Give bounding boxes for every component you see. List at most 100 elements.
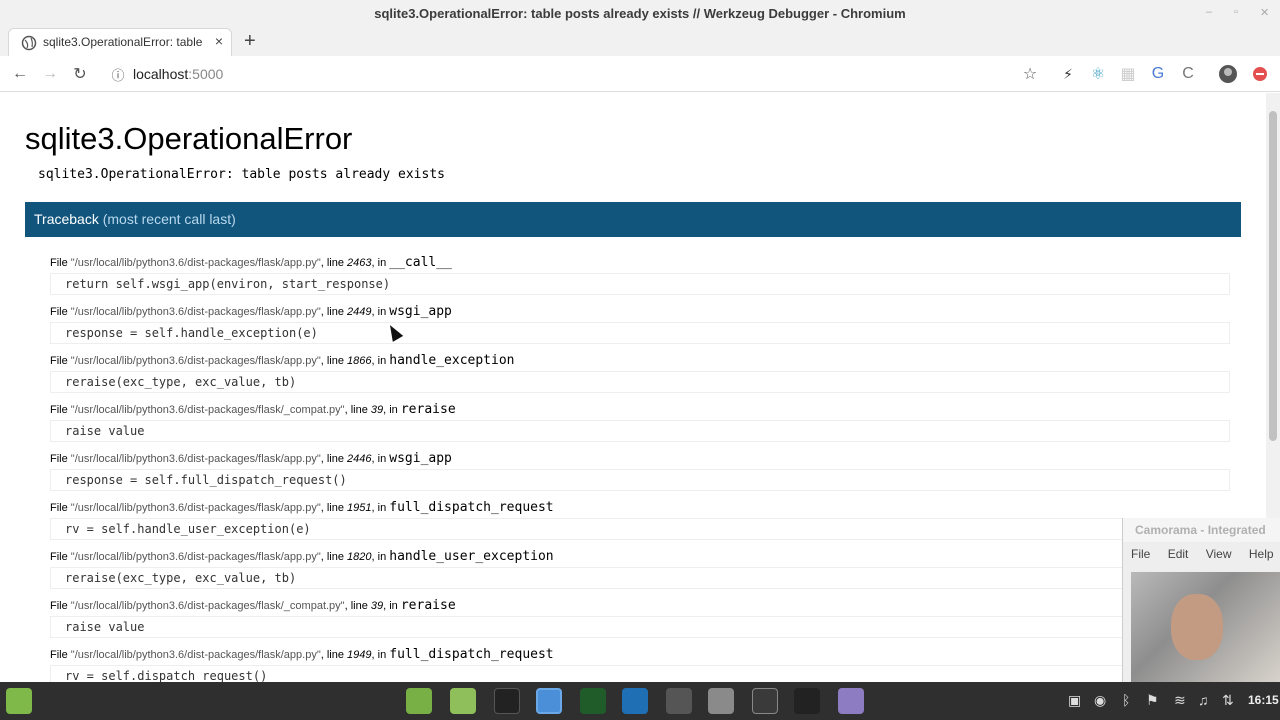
frame-file-word: File [50, 600, 68, 612]
chromium-icon[interactable] [536, 688, 562, 714]
user-icon[interactable] [708, 688, 734, 714]
files-icon[interactable] [450, 688, 476, 714]
close-window-icon[interactable]: ✕ [1260, 6, 1269, 19]
error-message: sqlite3.OperationalError: table posts al… [38, 167, 445, 182]
avatar[interactable] [1218, 64, 1238, 84]
network-icon[interactable]: ⇅ [1222, 692, 1234, 709]
frame-function: wsgi_app [389, 304, 452, 319]
frame-line-word: , line [320, 306, 348, 318]
minimize-icon[interactable]: – [1206, 6, 1212, 18]
text-editor-icon[interactable] [838, 688, 864, 714]
music-icon[interactable]: ♫ [1198, 692, 1209, 708]
traceback-frame: File "/usr/local/lib/python3.6/dist-pack… [50, 400, 1230, 449]
frame-header: File "/usr/local/lib/python3.6/dist-pack… [50, 498, 1230, 518]
frame-in-word: , in [383, 404, 401, 416]
forward-icon[interactable]: → [40, 64, 60, 84]
frame-line-word: , line [320, 453, 348, 465]
frame-line-word: , line [344, 404, 371, 416]
camorama-title: Camorama - Integrated [1123, 518, 1280, 542]
window-title: sqlite3.OperationalError: table posts al… [374, 6, 906, 21]
camera-tray-icon[interactable]: ▣ [1068, 692, 1081, 709]
browser-toolbar: ← → ↻ ⓘ localhost:5000 ☆ ⚡ ⚛ ▦ G C [0, 56, 1280, 92]
frame-path: "/usr/local/lib/python3.6/dist-packages/… [70, 355, 321, 367]
frame-in-word: , in [371, 551, 390, 563]
globe-icon [21, 35, 37, 51]
camera-icon[interactable] [752, 688, 778, 714]
record-tray-icon[interactable]: ◉ [1094, 692, 1106, 709]
bluetooth-icon[interactable]: ᛒ [1122, 692, 1130, 708]
frame-line-number: 39 [370, 600, 384, 612]
back-icon[interactable]: ← [10, 64, 30, 84]
frame-line-number: 2446 [347, 453, 372, 465]
frame-path: "/usr/local/lib/python3.6/dist-packages/… [70, 649, 321, 661]
camorama-menu-help[interactable]: Help [1249, 547, 1274, 561]
frame-code-line[interactable]: raise value [50, 616, 1230, 638]
frame-code-line[interactable]: raise value [50, 420, 1230, 442]
frame-path: "/usr/local/lib/python3.6/dist-packages/… [70, 551, 321, 563]
tab-title: sqlite3.OperationalError: table [43, 35, 203, 49]
frame-code-line[interactable]: rv = self.handle_user_exception(e) [50, 518, 1230, 540]
frame-header: File "/usr/local/lib/python3.6/dist-pack… [50, 449, 1230, 469]
frame-line-number: 2449 [347, 306, 372, 318]
maximize-icon[interactable]: ▫ [1234, 6, 1238, 18]
frame-in-word: , in [383, 600, 401, 612]
calculator-icon[interactable] [666, 688, 692, 714]
scrollbar-thumb[interactable] [1269, 111, 1277, 441]
traceback-header[interactable]: Traceback (most recent call last) [25, 202, 1241, 237]
frame-file-word: File [50, 649, 68, 661]
frame-code-line[interactable]: response = self.full_dispatch_request() [50, 469, 1230, 491]
terminal-icon[interactable] [494, 688, 520, 714]
frame-path: "/usr/local/lib/python3.6/dist-packages/… [70, 453, 321, 465]
frame-code-line[interactable]: response = self.handle_exception(e) [50, 322, 1230, 344]
frame-in-word: , in [371, 355, 390, 367]
frame-file-word: File [50, 306, 68, 318]
address-bar[interactable]: localhost:5000 [133, 64, 223, 84]
browser-tab[interactable]: sqlite3.OperationalError: table × [8, 28, 232, 56]
frame-code-line[interactable]: reraise(exc_type, exc_value, tb) [50, 371, 1230, 393]
folder-icon[interactable] [406, 688, 432, 714]
frame-line-word: , line [320, 257, 348, 269]
frame-line-number: 39 [370, 404, 384, 416]
frame-function: reraise [400, 598, 456, 613]
window-titlebar: sqlite3.OperationalError: table posts al… [0, 0, 1280, 28]
bolt-extension-icon[interactable]: ⚡ [1058, 64, 1078, 84]
frame-function: wsgi_app [389, 451, 452, 466]
tab-close-icon[interactable]: × [215, 33, 223, 49]
frame-file-word: File [50, 257, 68, 269]
frame-code-line[interactable]: return self.wsgi_app(environ, start_resp… [50, 273, 1230, 295]
traceback-frames: File "/usr/local/lib/python3.6/dist-pack… [50, 253, 1230, 682]
frame-path: "/usr/local/lib/python3.6/dist-packages/… [70, 502, 321, 514]
info-icon[interactable]: ⓘ [108, 64, 128, 84]
menu-icon[interactable] [1250, 64, 1270, 84]
translate-extension-icon[interactable]: G [1148, 64, 1168, 84]
camorama-menu-view[interactable]: View [1206, 547, 1232, 561]
new-tab-button[interactable]: + [244, 30, 256, 53]
frame-header: File "/usr/local/lib/python3.6/dist-pack… [50, 645, 1230, 665]
react-extension-icon[interactable]: ⚛ [1088, 64, 1108, 84]
frame-in-word: , in [371, 257, 390, 269]
camorama-menu-file[interactable]: File [1131, 547, 1150, 561]
system-monitor-icon[interactable] [580, 688, 606, 714]
wifi-icon[interactable]: ≋ [1174, 692, 1186, 709]
frame-header: File "/usr/local/lib/python3.6/dist-pack… [50, 547, 1230, 567]
camorama-menu-edit[interactable]: Edit [1168, 547, 1189, 561]
frame-line-number: 2463 [347, 257, 372, 269]
frame-header: File "/usr/local/lib/python3.6/dist-pack… [50, 302, 1230, 322]
traceback-frame: File "/usr/local/lib/python3.6/dist-pack… [50, 253, 1230, 302]
terminal-2-icon[interactable] [794, 688, 820, 714]
mint-menu-icon[interactable] [6, 688, 32, 714]
frame-file-word: File [50, 404, 68, 416]
traceback-frame: File "/usr/local/lib/python3.6/dist-pack… [50, 547, 1230, 596]
code-extension-icon[interactable]: C [1178, 64, 1198, 84]
frame-code-line[interactable]: rv = self.dispatch_request() [50, 665, 1230, 682]
reload-icon[interactable]: ↻ [70, 64, 90, 84]
frame-code-line[interactable]: reraise(exc_type, exc_value, tb) [50, 567, 1230, 589]
frame-function: full_dispatch_request [389, 500, 554, 515]
traceback-frame: File "/usr/local/lib/python3.6/dist-pack… [50, 302, 1230, 351]
keyboard-flag-icon[interactable]: ⚑ [1146, 692, 1159, 709]
vscode-icon[interactable] [622, 688, 648, 714]
frame-function: handle_user_exception [389, 549, 554, 564]
frame-header: File "/usr/local/lib/python3.6/dist-pack… [50, 253, 1230, 273]
bookmark-star-icon[interactable]: ☆ [1020, 64, 1040, 84]
grid-extension-icon[interactable]: ▦ [1118, 64, 1138, 84]
